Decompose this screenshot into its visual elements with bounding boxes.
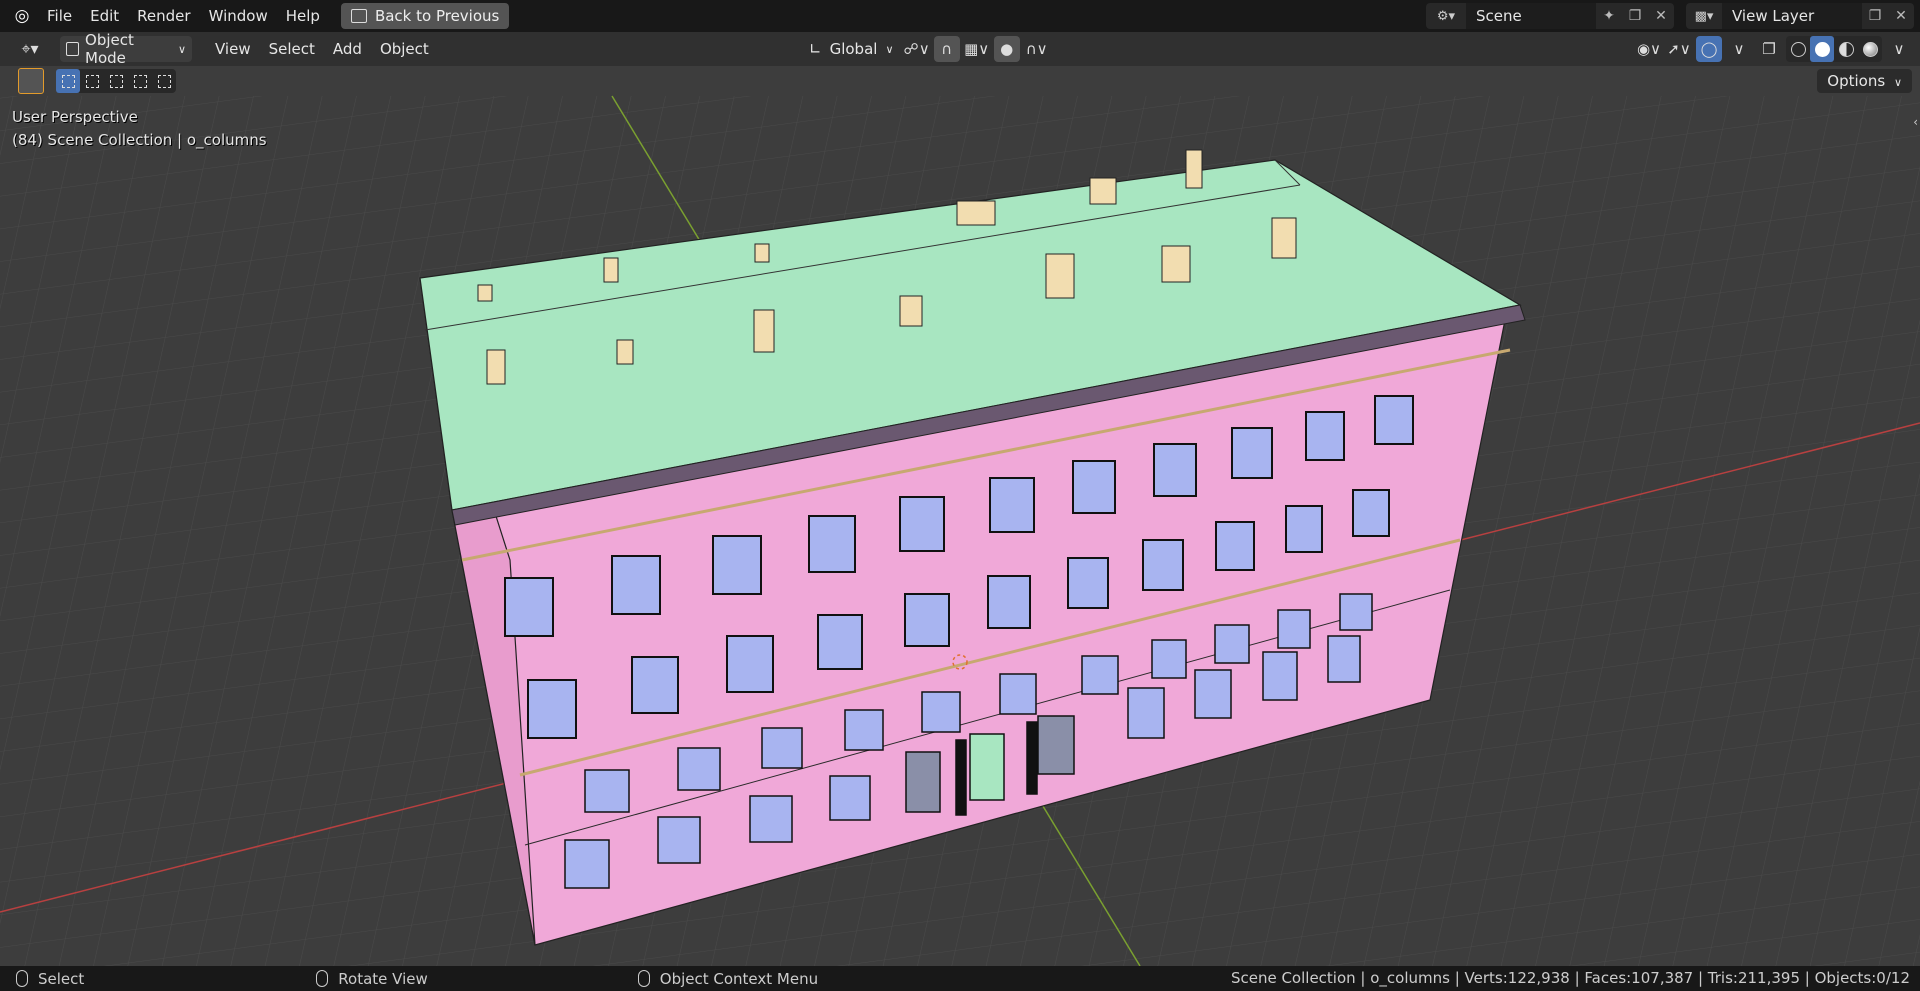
status-context-label: Object Context Menu bbox=[659, 969, 819, 988]
status-select: Select bbox=[16, 970, 84, 988]
shading-mode-group bbox=[1786, 36, 1882, 62]
left-mouse-icon bbox=[16, 970, 28, 987]
overlays-dropdown-icon[interactable]: ∨ bbox=[1726, 36, 1752, 62]
xray-toggle-icon[interactable]: ❐ bbox=[1756, 36, 1782, 62]
select-intersect-icon[interactable] bbox=[152, 69, 176, 93]
viewport-canvas[interactable] bbox=[0, 0, 1920, 991]
pin-icon[interactable]: ✦ bbox=[1596, 3, 1622, 29]
status-context: Object Context Menu bbox=[637, 969, 819, 988]
visibility-eye-icon[interactable]: ◉∨ bbox=[1636, 36, 1662, 62]
snap-toggle-icon[interactable]: ∩ bbox=[933, 36, 960, 62]
sidebar-toggle-icon[interactable]: ‹ bbox=[1913, 115, 1918, 129]
pivot-point-icon[interactable]: ☍∨ bbox=[904, 36, 930, 62]
transform-orientation-dropdown[interactable]: ∟ Global ∨ bbox=[803, 36, 900, 62]
viewport-menu-add[interactable]: Add bbox=[324, 32, 371, 66]
viewport-perspective-label: User Perspective bbox=[12, 108, 138, 126]
menu-window[interactable]: Window bbox=[200, 0, 277, 32]
material-preview-button[interactable] bbox=[1834, 36, 1858, 62]
mode-label: Object Mode bbox=[85, 31, 134, 67]
menu-render[interactable]: Render bbox=[128, 0, 199, 32]
view-layer-selector[interactable]: ▩▾ View Layer ❐ ✕ bbox=[1686, 3, 1914, 29]
select-new-icon[interactable] bbox=[56, 69, 80, 93]
wireframe-sphere-icon bbox=[1790, 41, 1806, 57]
chevron-down-icon: ∨ bbox=[885, 42, 894, 56]
new-view-layer-icon[interactable]: ❐ bbox=[1862, 3, 1888, 29]
rendered-sphere-icon bbox=[1862, 41, 1878, 57]
orientation-icon: ∟ bbox=[809, 40, 822, 58]
material-sphere-icon bbox=[1838, 41, 1854, 57]
snap-target-icon[interactable]: ▦∨ bbox=[964, 36, 990, 62]
viewport-collection-label: (84) Scene Collection | o_columns bbox=[12, 131, 267, 149]
view-layer-icon[interactable]: ▩▾ bbox=[1686, 3, 1722, 29]
select-subtract-icon[interactable] bbox=[104, 69, 128, 93]
status-bar: Select Rotate View Object Context Menu S… bbox=[0, 966, 1920, 991]
solid-shading-button[interactable] bbox=[1810, 36, 1834, 62]
back-to-previous-label: Back to Previous bbox=[374, 7, 500, 25]
chevron-down-icon: ∨ bbox=[177, 42, 186, 56]
select-invert-icon[interactable] bbox=[128, 69, 152, 93]
status-select-label: Select bbox=[38, 969, 85, 988]
selection-mode-group bbox=[56, 69, 176, 93]
options-label: Options bbox=[1827, 72, 1886, 90]
blender-logo-icon[interactable]: ◎ bbox=[6, 0, 38, 32]
wireframe-shading-button[interactable] bbox=[1786, 36, 1810, 62]
viewport-menu-view[interactable]: View bbox=[206, 32, 260, 66]
menu-edit[interactable]: Edit bbox=[81, 0, 128, 32]
screen-back-icon bbox=[350, 9, 367, 23]
status-rotate: Rotate View bbox=[316, 969, 428, 988]
delete-scene-icon[interactable]: ✕ bbox=[1648, 3, 1674, 29]
editor-type-icon[interactable]: ⌖▾ bbox=[10, 36, 50, 62]
middle-mouse-icon bbox=[316, 970, 329, 987]
falloff-icon[interactable]: ∩∨ bbox=[1024, 36, 1050, 62]
orientation-label: Global bbox=[829, 40, 878, 58]
select-extend-icon[interactable] bbox=[80, 69, 104, 93]
overlays-icon[interactable]: ◯ bbox=[1696, 36, 1722, 62]
shading-dropdown-icon[interactable]: ∨ bbox=[1886, 36, 1912, 62]
viewport-menu-select[interactable]: Select bbox=[260, 32, 324, 66]
object-mode-icon bbox=[66, 42, 80, 56]
back-to-previous-button[interactable]: Back to Previous bbox=[340, 3, 510, 29]
new-scene-icon[interactable]: ❐ bbox=[1622, 3, 1648, 29]
tool-settings-bar: Options ∨ bbox=[0, 66, 1920, 96]
gizmo-icon[interactable]: ➚∨ bbox=[1666, 36, 1692, 62]
scene-statistics: Scene Collection | o_columns | Verts:122… bbox=[1230, 969, 1910, 987]
delete-view-layer-icon[interactable]: ✕ bbox=[1888, 3, 1914, 29]
menu-help[interactable]: Help bbox=[277, 0, 329, 32]
viewport-menu-object[interactable]: Object bbox=[371, 32, 438, 66]
options-dropdown[interactable]: Options ∨ bbox=[1817, 69, 1912, 93]
scene-name-field[interactable]: Scene bbox=[1466, 3, 1596, 29]
rendered-shading-button[interactable] bbox=[1858, 36, 1882, 62]
chevron-down-icon: ∨ bbox=[1893, 76, 1902, 89]
right-mouse-icon bbox=[637, 970, 650, 987]
top-menu-bar: ◎ File Edit Render Window Help Back to P… bbox=[0, 0, 1920, 32]
view-layer-name-field[interactable]: View Layer bbox=[1722, 3, 1862, 29]
viewport-header: ⌖▾ Object Mode ∨ View Select Add Object … bbox=[0, 31, 1920, 67]
mode-dropdown[interactable]: Object Mode ∨ bbox=[60, 31, 192, 67]
status-rotate-label: Rotate View bbox=[338, 969, 428, 988]
scene-icon[interactable]: ⚙▾ bbox=[1426, 3, 1466, 29]
select-tool-icon[interactable] bbox=[18, 68, 44, 94]
proportional-editing-icon[interactable]: ● bbox=[993, 36, 1020, 62]
scene-selector[interactable]: ⚙▾ Scene ✦ ❐ ✕ bbox=[1426, 3, 1674, 29]
solid-sphere-icon bbox=[1814, 41, 1830, 57]
menu-file[interactable]: File bbox=[38, 0, 81, 32]
